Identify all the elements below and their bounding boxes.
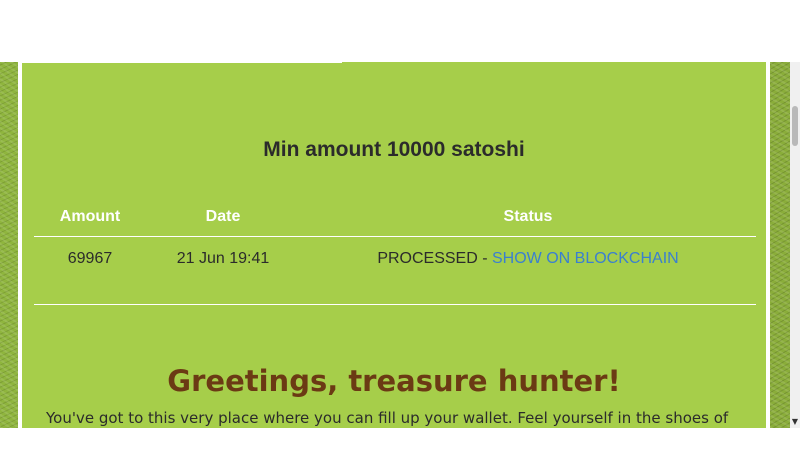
payout-status-text: PROCESSED - [377, 250, 492, 267]
payout-amount: 69967 [67, 250, 113, 267]
top-blank-area [0, 0, 800, 62]
min-amount-heading: Min amount 10000 satoshi [263, 138, 525, 161]
payout-date: 21 Jun 19:41 [176, 250, 270, 267]
table-bottom-divider [34, 304, 756, 305]
grass-background-left [0, 62, 18, 428]
bottom-blank-area [0, 428, 800, 450]
greeting-heading: Greetings, treasure hunter! [167, 364, 621, 398]
content-panel: Min amount 10000 satoshi Amount Date Sta… [22, 62, 766, 428]
scrollbar-thumb[interactable] [792, 106, 798, 146]
show-on-blockchain-link[interactable]: SHOW ON BLOCKCHAIN [492, 250, 679, 267]
column-header-amount: Amount [34, 198, 146, 237]
panel-top-border [22, 62, 342, 63]
page-viewport: Min amount 10000 satoshi Amount Date Sta… [0, 62, 790, 428]
chevron-down-icon[interactable]: ▼ [791, 418, 799, 426]
intro-paragraph: You've got to this very place where you … [46, 409, 729, 427]
panel-border-right [766, 62, 770, 428]
table-row: 69967 21 Jun 19:41 PROCESSED - SHOW ON B… [34, 237, 756, 282]
table-header-row: Amount Date Status [34, 198, 756, 237]
column-header-date: Date [146, 198, 300, 237]
payout-status: PROCESSED - SHOW ON BLOCKCHAIN [300, 237, 756, 282]
column-header-status: Status [300, 198, 756, 237]
payouts-table: Amount Date Status 69967 21 Jun 19:41 PR… [34, 198, 756, 281]
grass-background-right [770, 62, 790, 428]
page-scrollbar[interactable]: ▼ [790, 62, 800, 428]
